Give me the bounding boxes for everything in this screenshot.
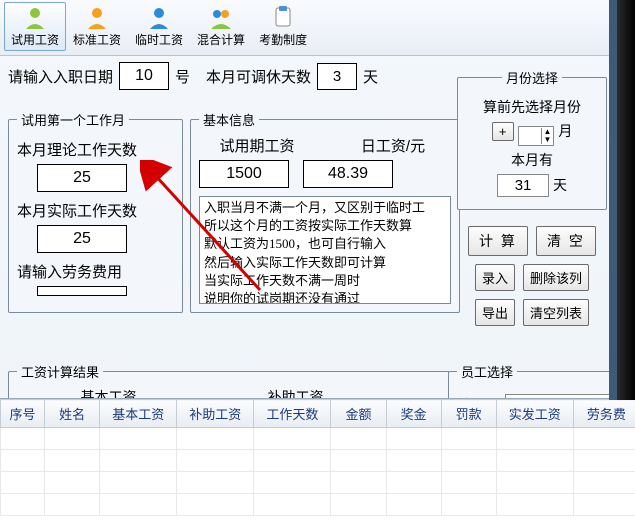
tab-label: 标准工资 [73, 31, 121, 48]
tab-trial-salary[interactable]: 试用工资 [4, 2, 66, 51]
import-button[interactable]: 录入 [475, 264, 515, 291]
person-blue-icon [147, 5, 171, 29]
plus-button[interactable]: + [492, 122, 514, 141]
unit-days2: 天 [553, 177, 567, 193]
month-spinner[interactable]: ▲▼ [518, 126, 555, 146]
tab-mixed-calc[interactable]: 混合计算 [190, 2, 252, 51]
unit-month: 月 [558, 123, 572, 139]
window-frame-right-inner [609, 0, 617, 400]
label-month-has: 本月有 [466, 150, 598, 170]
month-select-legend: 月份选择 [502, 68, 562, 87]
th-labor[interactable]: 劳务费 [573, 400, 635, 428]
theory-days-input[interactable]: 25 [37, 164, 127, 192]
label-theory-days: 本月理论工作天数 [17, 139, 174, 160]
spin-down-icon[interactable]: ▼ [542, 136, 554, 144]
export-button[interactable]: 导出 [475, 299, 515, 326]
clear-button[interactable]: 清 空 [536, 226, 596, 256]
tab-label: 混合计算 [197, 31, 245, 48]
calc-button[interactable]: 计 算 [468, 226, 528, 256]
unit-day: 号 [175, 66, 190, 87]
month-select-subtitle: 算前先选择月份 [466, 97, 598, 117]
table-row[interactable] [1, 450, 635, 472]
th-workdays[interactable]: 工作天数 [254, 400, 331, 428]
data-grid[interactable]: 序号 姓名 基本工资 补助工资 工作天数 金额 奖金 罚款 实发工资 劳务费 [0, 398, 635, 529]
table-row[interactable] [1, 472, 635, 494]
delete-col-button[interactable]: 删除该列 [523, 264, 589, 291]
label-adjust-days: 本月可调休天数 [206, 66, 311, 87]
tab-temp-salary[interactable]: 临时工资 [128, 2, 190, 51]
th-amount[interactable]: 金额 [331, 400, 386, 428]
label-actual-days: 本月实际工作天数 [17, 200, 174, 221]
month-select-group: 月份选择 算前先选择月份 + ▲▼ 月 本月有 31 天 [457, 68, 607, 210]
tab-label: 临时工资 [135, 31, 183, 48]
th-seq[interactable]: 序号 [1, 400, 45, 428]
label-entry-date: 请输入入职日期 [8, 66, 113, 87]
month-days-output: 31 [497, 174, 549, 197]
first-month-legend: 试用第一个工作月 [17, 110, 129, 129]
daily-wage-output: 48.39 [303, 160, 393, 188]
tab-label: 试用工资 [11, 31, 59, 48]
adjust-days-input[interactable]: 3 [317, 63, 357, 90]
label-trial-salary: 试用期工资 [199, 135, 315, 156]
window-frame-right [617, 0, 635, 400]
clipboard-icon [271, 5, 295, 29]
th-actual[interactable]: 实发工资 [496, 400, 573, 428]
base-info-group: 基本信息 试用期工资 日工资/元 1500 48.39 [190, 110, 460, 313]
labor-fee-input[interactable] [37, 286, 127, 296]
actual-days-input[interactable]: 25 [37, 225, 127, 253]
base-info-legend: 基本信息 [199, 110, 259, 129]
people-group-icon [209, 5, 233, 29]
th-subsidy[interactable]: 补助工资 [177, 400, 254, 428]
th-penalty[interactable]: 罚款 [441, 400, 496, 428]
table-row[interactable] [1, 428, 635, 450]
tab-label: 考勤制度 [259, 31, 307, 48]
results-legend: 工资计算结果 [17, 362, 103, 381]
person-orange-icon [85, 5, 109, 29]
employee-select-legend: 员工选择 [457, 362, 517, 381]
tab-standard-salary[interactable]: 标准工资 [66, 2, 128, 51]
tab-attendance[interactable]: 考勤制度 [252, 2, 314, 51]
entry-day-input[interactable]: 10 [119, 62, 169, 90]
info-textarea[interactable] [199, 196, 451, 304]
th-base[interactable]: 基本工资 [100, 400, 177, 428]
table-row[interactable] [1, 494, 635, 516]
label-labor-fee: 请输入劳务费用 [17, 261, 174, 282]
person-green-icon [23, 5, 47, 29]
toolbar: 试用工资 标准工资 临时工资 混合计算 考勤制度 [0, 0, 635, 56]
th-bonus[interactable]: 奖金 [386, 400, 441, 428]
first-month-group: 试用第一个工作月 本月理论工作天数 25 本月实际工作天数 25 请输入劳务费用 [8, 110, 183, 313]
th-name[interactable]: 姓名 [45, 400, 100, 428]
unit-days: 天 [363, 66, 378, 87]
clear-list-button[interactable]: 清空列表 [523, 299, 589, 326]
label-daily-wage: 日工资/元 [335, 135, 451, 156]
trial-salary-input[interactable]: 1500 [199, 160, 289, 188]
